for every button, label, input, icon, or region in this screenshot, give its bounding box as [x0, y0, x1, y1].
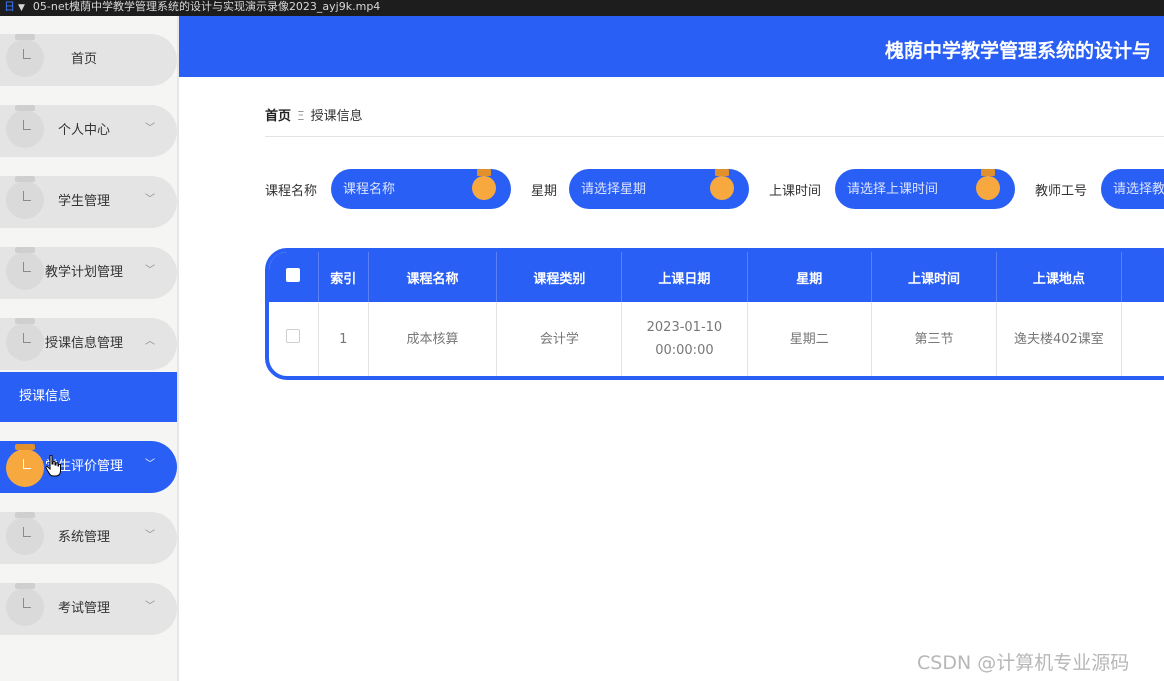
column-header[interactable]: 上课日期 — [621, 252, 748, 302]
table-cell: 第三节 — [871, 302, 997, 376]
app-icon: 日 — [4, 0, 15, 13]
row-checkbox[interactable] — [286, 328, 301, 343]
teaching-info-table: 索引 课程名称 课程类别 上课日期 星期 上课时间 上课地点 1 成本核算 会计… — [265, 248, 1164, 380]
breadcrumb-separator-icon: Ξ — [297, 109, 305, 123]
breadcrumb-home[interactable]: 首页 — [265, 109, 291, 124]
chevron-down-icon: ﹀ — [145, 459, 155, 470]
weekday-select[interactable] — [569, 169, 749, 209]
weekday-input[interactable] — [581, 169, 711, 209]
weekday-label: 星期 — [531, 184, 558, 199]
sidebar-item-exam-management[interactable]: 考试管理 ﹀ — [0, 583, 177, 635]
class-time-input[interactable] — [847, 169, 977, 209]
sidebar-subitem-teaching-info[interactable]: 授课信息 — [0, 372, 177, 422]
column-header[interactable]: 星期 — [747, 252, 873, 302]
sidebar-item-student-management[interactable]: 学生管理 ﹀ — [0, 176, 177, 228]
table-row[interactable]: 1 成本核算 会计学 2023-01-10 00:00:00 星期二 第三节 逸… — [269, 302, 1164, 376]
chevron-down-icon: ﹀ — [145, 194, 155, 205]
column-header-extra — [1121, 252, 1164, 302]
table-header-row: 索引 课程名称 课程类别 上课日期 星期 上课时间 上课地点 — [269, 252, 1164, 302]
table-cell: 1 — [318, 302, 369, 376]
sidebar-item-teaching-info[interactable]: 授课信息管理 ︿ — [0, 318, 177, 370]
course-name-label: 课程名称 — [265, 184, 318, 199]
sidebar-item-home[interactable]: 首页 — [0, 34, 177, 86]
chevron-up-icon: ︿ — [145, 336, 155, 347]
sidebar-item-personal-center[interactable]: 个人中心 ﹀ — [0, 105, 177, 157]
column-header[interactable]: 上课地点 — [996, 252, 1122, 302]
divider — [265, 136, 1164, 137]
window-titlebar: 日 ▼ 05-net槐荫中学教学管理系统的设计与实现演示录像2023_ayj9k.m… — [0, 0, 1164, 16]
select-all-header — [269, 252, 319, 302]
table-cell-extra — [1121, 302, 1164, 376]
system-title: 槐荫中学教学管理系统的设计与 — [885, 40, 1152, 62]
table-cell: 2023-01-10 00:00:00 — [621, 302, 748, 376]
class-time-label: 上课时间 — [769, 184, 822, 199]
hand-cursor-icon — [45, 455, 61, 477]
breadcrumb: 首页 Ξ 授课信息 — [265, 105, 363, 124]
dropdown-knob-icon — [976, 169, 1000, 200]
column-header[interactable]: 索引 — [318, 252, 369, 302]
teacher-id-label: 教师工号 — [1035, 184, 1088, 199]
chevron-down-icon: ﹀ — [145, 601, 155, 612]
sidebar-item-label: 首页 — [70, 52, 97, 67]
table-cell: 逸夫楼402课室 — [996, 302, 1122, 376]
course-name-input[interactable] — [343, 169, 473, 209]
sidebar-item-teaching-plan[interactable]: 教学计划管理 ﹀ — [0, 247, 177, 299]
column-header[interactable]: 课程类别 — [496, 252, 623, 302]
table-cell: 星期二 — [747, 302, 873, 376]
column-header[interactable]: 上课时间 — [871, 252, 997, 302]
sidebar: 首页 个人中心 ﹀ 学生管理 ﹀ 教学计划管理 ﹀ 授课信息管理 ︿ 授课信息 … — [0, 16, 179, 681]
top-header: 槐荫中学教学管理系统的设计与 — [179, 16, 1164, 77]
sidebar-item-system-management[interactable]: 系统管理 ﹀ — [0, 512, 177, 564]
breadcrumb-current: 授课信息 — [310, 109, 363, 124]
chevron-down-icon: ﹀ — [145, 530, 155, 541]
chevron-down-icon: ﹀ — [145, 265, 155, 276]
dropdown-caret-icon[interactable]: ▼ — [18, 3, 25, 13]
dropdown-knob-icon — [710, 169, 734, 200]
teacher-id-input[interactable] — [1113, 169, 1164, 209]
teacher-id-select[interactable] — [1101, 169, 1164, 209]
window-title: 05-net槐荫中学教学管理系统的设计与实现演示录像2023_ayj9k.mp4 — [32, 0, 381, 13]
course-name-search — [331, 169, 511, 209]
row-select-cell — [269, 302, 319, 376]
table-cell: 成本核算 — [368, 302, 498, 376]
table-cell: 会计学 — [496, 302, 623, 376]
search-knob-icon — [472, 169, 496, 200]
sidebar-item-student-evaluation[interactable]: 学生评价管理 ﹀ — [0, 441, 177, 493]
chevron-down-icon: ﹀ — [145, 123, 155, 134]
select-all-checkbox[interactable] — [286, 268, 301, 282]
class-time-select[interactable] — [835, 169, 1015, 209]
column-header[interactable]: 课程名称 — [368, 252, 498, 302]
watermark: CSDN @计算机专业源码 — [917, 652, 1130, 674]
